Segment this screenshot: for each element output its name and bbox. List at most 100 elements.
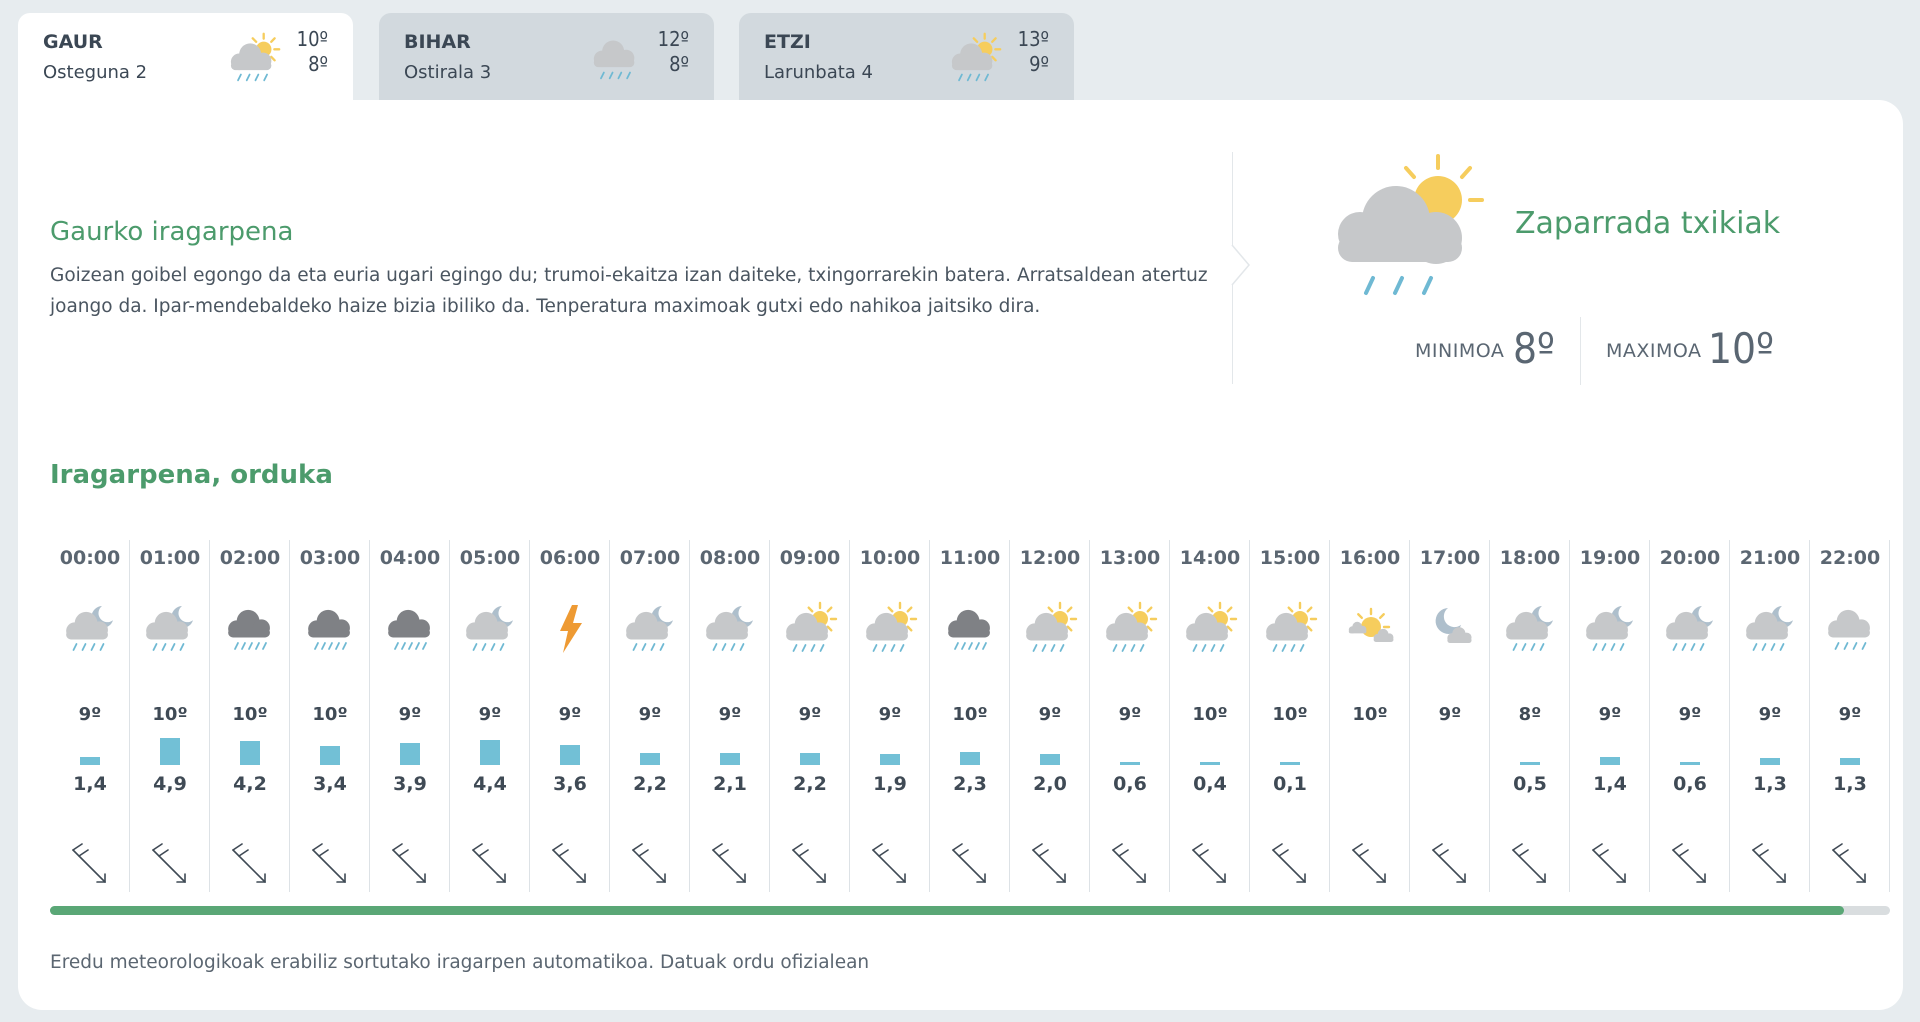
precipitation-bar	[400, 743, 420, 765]
hour-label: 10:00	[859, 547, 921, 569]
tab-day-label: GAUR	[43, 31, 103, 53]
wind-arrow-southeast-icon	[1585, 842, 1635, 892]
wind-arrow-southeast-icon	[1105, 842, 1155, 892]
wind-arrow-southeast-icon	[945, 842, 995, 892]
hourly-scrollbar[interactable]	[50, 906, 1890, 915]
precipitation-bar	[560, 744, 580, 765]
tab-min-temp: 9º	[1029, 52, 1049, 76]
precipitation-value: 2,0	[1033, 773, 1067, 795]
hour-label: 06:00	[539, 547, 601, 569]
precipitation-bar	[320, 745, 340, 765]
moon-cloud-rain-icon	[698, 597, 762, 661]
sun-small-clouds-icon	[1338, 597, 1402, 661]
wind-arrow-southeast-icon	[1665, 842, 1715, 892]
wind-arrow-southeast-icon	[225, 842, 275, 892]
precipitation-bar	[640, 752, 660, 765]
tab-max-temp: 12º	[657, 27, 689, 51]
hourly-forecast-title: Iragarpena, orduka	[50, 460, 333, 490]
hour-temperature: 9º	[1118, 704, 1142, 725]
hour-temperature: 9º	[1838, 704, 1862, 725]
wind-arrow-southeast-icon	[1505, 842, 1555, 892]
precipitation-value: 2,2	[793, 773, 827, 795]
forecast-card: Gaurko iragarpena Goizean goibel egongo …	[18, 100, 1903, 1010]
precipitation-bar	[1600, 757, 1620, 765]
wind-arrow-southeast-icon	[385, 842, 435, 892]
precipitation-value: 2,1	[713, 773, 747, 795]
hour-temperature: 10º	[952, 704, 988, 725]
moon-cloud-rain-icon	[1738, 597, 1802, 661]
precipitation-value: 4,9	[153, 773, 187, 795]
tab-day-after[interactable]: ETZI Larunbata 4 13º 9º	[739, 13, 1074, 101]
tab-today[interactable]: GAUR Osteguna 2 10º 8º	[18, 13, 353, 103]
precipitation-value: 4,2	[233, 773, 267, 795]
hourly-column: 04:00 9º 3,9	[370, 540, 450, 892]
moon-cloud-rain-icon	[58, 597, 122, 661]
precipitation-value: 1,4	[73, 773, 107, 795]
precipitation-bar	[1200, 762, 1220, 765]
wind-arrow-southeast-icon	[65, 842, 115, 892]
tab-tomorrow[interactable]: BIHAR Ostirala 3 12º 8º	[379, 13, 714, 101]
hourly-column: 12:00 9º 2,0	[1010, 540, 1090, 892]
precipitation-value: 3,9	[393, 773, 427, 795]
wind-arrow-southeast-icon	[705, 842, 755, 892]
hour-label: 04:00	[379, 547, 441, 569]
precipitation-value: 3,4	[313, 773, 347, 795]
hourly-column: 01:00 10º 4,9	[130, 540, 210, 892]
moon-cloud-rain-icon	[1578, 597, 1642, 661]
sun-cloud-rain-icon	[1018, 597, 1082, 661]
hour-temperature: 10º	[232, 704, 268, 725]
hour-temperature: 9º	[878, 704, 902, 725]
hourly-column: 06:00 9º 3,6	[530, 540, 610, 892]
hourly-column: 22:00 9º 1,3	[1810, 540, 1890, 892]
wind-arrow-southeast-icon	[625, 842, 675, 892]
precipitation-bar	[160, 737, 180, 765]
hour-label: 02:00	[219, 547, 281, 569]
tab-date-label: Ostirala 3	[404, 62, 492, 83]
hour-temperature: 10º	[1352, 704, 1388, 725]
min-max-divider	[1580, 317, 1581, 385]
hour-label: 07:00	[619, 547, 681, 569]
hour-label: 19:00	[1579, 547, 1641, 569]
moon-cloud-rain-icon	[138, 597, 202, 661]
hourly-column: 00:00 9º 1,4	[50, 540, 130, 892]
hour-temperature: 9º	[1758, 704, 1782, 725]
hour-temperature: 10º	[1272, 704, 1308, 725]
hour-temperature: 9º	[558, 704, 582, 725]
hourly-column: 16:00 10º	[1330, 540, 1410, 892]
tab-max-temp: 13º	[1017, 27, 1049, 51]
hourly-column: 15:00 10º 0,1	[1250, 540, 1330, 892]
sun-cloud-rain-icon	[1258, 597, 1322, 661]
hour-label: 00:00	[59, 547, 121, 569]
precipitation-value: 1,3	[1833, 773, 1867, 795]
min-temp-value: 8º	[1513, 324, 1555, 373]
hour-temperature: 9º	[798, 704, 822, 725]
hourly-column: 13:00 9º 0,6	[1090, 540, 1170, 892]
sun-cloud-rain-icon	[1098, 597, 1162, 661]
wind-arrow-southeast-icon	[145, 842, 195, 892]
sun-cloud-rain-icon	[778, 597, 842, 661]
hourly-column: 19:00 9º 1,4	[1570, 540, 1650, 892]
hour-temperature: 9º	[398, 704, 422, 725]
hour-temperature: 10º	[312, 704, 348, 725]
hour-temperature: 8º	[1518, 704, 1542, 725]
max-temp-label: MAXIMOA	[1606, 340, 1702, 362]
dark-cloud-heavy-rain-icon	[378, 597, 442, 661]
wind-arrow-southeast-icon	[465, 842, 515, 892]
dark-cloud-heavy-rain-icon	[218, 597, 282, 661]
precipitation-value: 4,4	[473, 773, 507, 795]
moon-cloud-rain-icon	[618, 597, 682, 661]
precipitation-value: 0,6	[1673, 773, 1707, 795]
hour-label: 20:00	[1659, 547, 1721, 569]
moon-cloud-rain-icon	[1658, 597, 1722, 661]
wind-arrow-southeast-icon	[545, 842, 595, 892]
hour-label: 16:00	[1339, 547, 1401, 569]
wind-arrow-southeast-icon	[1185, 842, 1235, 892]
condition-label: Zaparrada txikiak	[1515, 206, 1781, 241]
max-temp-value: 10º	[1708, 324, 1774, 373]
scrollbar-thumb[interactable]	[50, 906, 1844, 915]
hour-label: 12:00	[1019, 547, 1081, 569]
hourly-forecast-strip[interactable]: 00:00 9º 1,4 01:00 10º 4,9 02:00 10º 4,2	[50, 540, 1890, 892]
moon-cloud-rain-icon	[458, 597, 522, 661]
precipitation-value: 1,9	[873, 773, 907, 795]
moon-small-cloud-icon	[1418, 597, 1482, 661]
